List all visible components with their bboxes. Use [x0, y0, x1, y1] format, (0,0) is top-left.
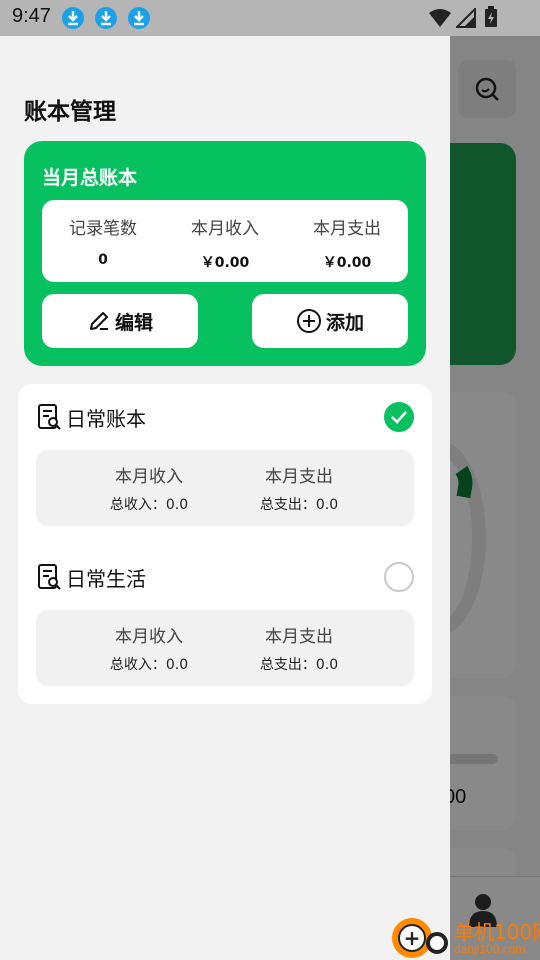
stat-month-expense: 本月支出 ￥0.00 — [286, 200, 408, 282]
drawer-title: 账本管理 — [24, 99, 116, 125]
stat-value: ￥0.00 — [322, 255, 372, 271]
income-label: 本月收入 — [115, 627, 183, 647]
edit-button-label: 编辑 — [114, 311, 153, 334]
stat-label: 记录笔数 — [69, 219, 137, 239]
stat-label: 本月收入 — [191, 219, 259, 239]
battery-icon — [485, 6, 497, 27]
ledger-stats: 本月收入 总收入：0.0 本月支出 总支出：0.0 — [36, 450, 414, 526]
monthly-total-card: 当月总账本 记录笔数 0 本月收入 ￥0.00 本月支出 ￥0.00 编辑 添加 — [24, 141, 426, 366]
expense-label: 本月支出 — [265, 627, 333, 647]
edit-icon — [89, 312, 108, 330]
watermark-text: 单机100网 — [454, 920, 540, 944]
expense-total: 总支出：0.0 — [259, 497, 339, 513]
ledger-name: 日常生活 — [66, 566, 146, 591]
income-total: 总收入：0.0 — [109, 657, 189, 673]
stat-month-income: 本月收入 ￥0.00 — [164, 200, 286, 282]
ledger-name: 日常账本 — [66, 406, 146, 431]
ledger-header: 日常账本 — [36, 402, 146, 432]
expense-label: 本月支出 — [265, 467, 333, 487]
unselected-circle-icon[interactable] — [384, 562, 414, 592]
download-icon — [95, 7, 117, 29]
watermark: + 单机100网 danji100.com — [388, 914, 540, 960]
status-bar: 9:47 — [0, 0, 540, 36]
ledger-stats: 本月收入 总收入：0.0 本月支出 总支出：0.0 — [36, 610, 414, 686]
stat-record-count: 记录笔数 0 — [42, 200, 164, 282]
status-time: 9:47 — [12, 5, 51, 27]
ledger-item[interactable]: 日常生活 本月收入 总收入：0.0 本月支出 总支出：0.0 — [18, 544, 432, 704]
plus-icon: + — [398, 924, 426, 952]
add-circle-icon — [296, 309, 321, 333]
watermark-url: danji100.com — [454, 942, 526, 956]
add-button[interactable]: 添加 — [252, 294, 408, 348]
total-card-title: 当月总账本 — [42, 167, 138, 189]
ledger-header: 日常生活 — [36, 562, 146, 592]
ledger-list: 日常账本 本月收入 总收入：0.0 本月支出 总支出：0.0 日常生活 本月收入… — [18, 384, 432, 704]
stat-value: ￥0.00 — [200, 255, 250, 271]
download-icon — [62, 7, 84, 29]
ledger-drawer: 账本管理 当月总账本 记录笔数 0 本月收入 ￥0.00 本月支出 ￥0.00 … — [0, 36, 450, 960]
income-label: 本月收入 — [115, 467, 183, 487]
edit-button[interactable]: 编辑 — [42, 294, 198, 348]
signal-icon — [456, 8, 476, 28]
add-button-label: 添加 — [325, 311, 364, 334]
income-total: 总收入：0.0 — [109, 497, 189, 513]
expense-total: 总支出：0.0 — [259, 657, 339, 673]
download-icon — [128, 7, 150, 29]
selected-check-icon[interactable] — [384, 402, 414, 432]
stat-label: 本月支出 — [313, 219, 381, 239]
stat-value: 0 — [98, 252, 108, 268]
ledger-book-icon — [38, 564, 61, 590]
total-stats-box: 记录笔数 0 本月收入 ￥0.00 本月支出 ￥0.00 — [42, 200, 408, 282]
wifi-icon — [429, 9, 451, 27]
watermark-logo-ring — [426, 932, 448, 954]
ledger-book-icon — [38, 404, 61, 430]
ledger-item[interactable]: 日常账本 本月收入 总收入：0.0 本月支出 总支出：0.0 — [18, 384, 432, 544]
